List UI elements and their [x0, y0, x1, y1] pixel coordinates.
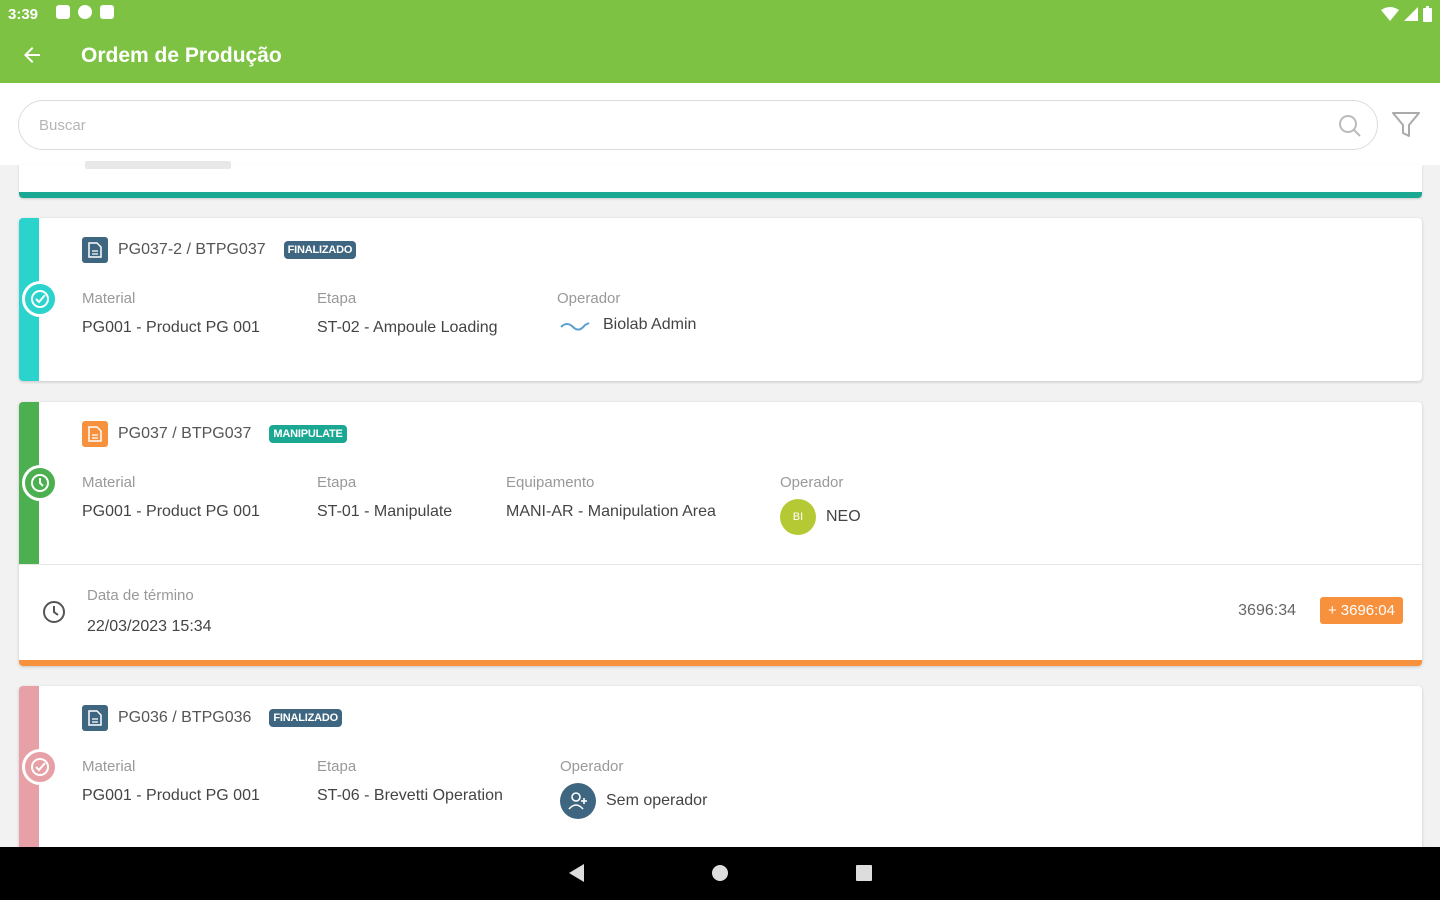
material-label: Material [82, 290, 136, 307]
order-code: PG037 / BTPG037 [118, 425, 252, 442]
search-icon[interactable] [1337, 113, 1363, 139]
notification-icon [56, 5, 70, 19]
operador-value: BI NEO [780, 499, 861, 535]
material-value: PG001 - Product PG 001 [82, 503, 260, 520]
production-order-card[interactable]: PG037-2 / BTPG037 FINALIZADO Material PG… [19, 218, 1422, 381]
status-badge: MANIPULATE [269, 425, 347, 443]
status-badge: FINALIZADO [283, 241, 357, 259]
operador-name: NEO [826, 508, 861, 525]
operador-label: Operador [780, 474, 844, 491]
etapa-label: Etapa [317, 758, 357, 775]
etapa-label: Etapa [317, 290, 357, 307]
wifi-icon [1381, 7, 1399, 21]
production-order-card[interactable]: PG037 / BTPG037 MANIPULATE Material PG00… [19, 402, 1422, 666]
system-icons [1381, 6, 1432, 22]
order-code: PG036 / BTPG036 [118, 709, 252, 726]
etapa-value: ST-06 - Brevetti Operation [317, 787, 503, 804]
nav-back-icon[interactable] [566, 862, 586, 884]
operador-label: Operador [560, 758, 624, 775]
operador-name: Sem operador [606, 792, 708, 809]
clock-icon [43, 601, 65, 623]
production-order-card[interactable]: PG036 / BTPG036 FINALIZADO Material PG00… [19, 686, 1422, 861]
check-circle-icon [22, 749, 58, 785]
etapa-field: Etapa ST-02 - Ampoule Loading [317, 290, 498, 337]
previous-card-text [85, 161, 231, 169]
check-circle-icon [22, 281, 58, 317]
operador-field: Operador Sem operador [560, 758, 707, 819]
sd-card-icon [100, 5, 114, 19]
avatar: BI [780, 499, 816, 535]
etapa-value: ST-02 - Ampoule Loading [317, 319, 498, 336]
search-placeholder: Buscar [39, 117, 86, 134]
card-header: PG037-2 / BTPG037 FINALIZADO [82, 237, 357, 263]
card-header: PG036 / BTPG036 FINALIZADO [82, 705, 343, 731]
equipamento-value: MANI-AR - Manipulation Area [506, 503, 716, 520]
order-code: PG037-2 / BTPG037 [118, 241, 266, 258]
card-footer: Data de término 22/03/2023 15:34 3696:34… [19, 564, 1422, 666]
document-icon [82, 421, 108, 447]
etapa-field: Etapa ST-01 - Manipulate [317, 474, 452, 521]
equipamento-label: Equipamento [506, 474, 595, 491]
nav-recents-icon[interactable] [854, 862, 874, 884]
material-value: PG001 - Product PG 001 [82, 319, 260, 336]
duration-value: 3696:34 [1238, 602, 1296, 619]
etapa-value: ST-01 - Manipulate [317, 503, 453, 520]
operador-name: Biolab Admin [603, 316, 697, 333]
back-arrow-icon[interactable] [20, 43, 44, 67]
status-bar: 3:39 [0, 0, 1440, 30]
end-date-label: Data de término [87, 587, 194, 604]
notification-icon [78, 5, 92, 19]
notification-icons [56, 5, 114, 19]
search-input[interactable]: Buscar [18, 100, 1378, 150]
equipamento-field: Equipamento MANI-AR - Manipulation Area [506, 474, 716, 521]
signal-icon [1404, 7, 1418, 21]
status-badge: FINALIZADO [269, 709, 343, 727]
app-bar: Ordem de Produção [0, 30, 1440, 83]
material-value: PG001 - Product PG 001 [82, 787, 260, 804]
operador-value: Sem operador [560, 783, 707, 819]
operador-value: Biolab Admin [557, 315, 696, 335]
card-header: PG037 / BTPG037 MANIPULATE [82, 421, 347, 447]
operator-logo-icon [560, 322, 590, 331]
battery-icon [1423, 6, 1432, 22]
material-label: Material [82, 758, 136, 775]
footer-strip [19, 660, 1422, 666]
document-icon [82, 705, 108, 731]
operador-field: Operador BI NEO [780, 474, 861, 535]
nav-home-icon[interactable] [710, 862, 730, 884]
status-time: 3:39 [8, 6, 39, 23]
document-icon [82, 237, 108, 263]
material-label: Material [82, 474, 136, 491]
end-date-value: 22/03/2023 15:34 [87, 618, 212, 635]
operador-label: Operador [557, 290, 621, 307]
material-field: Material PG001 - Product PG 001 [82, 290, 260, 337]
operador-field: Operador Biolab Admin [557, 290, 696, 335]
material-field: Material PG001 - Product PG 001 [82, 758, 260, 805]
late-badge: + 3696:04 [1319, 597, 1403, 624]
page-title: Ordem de Produção [81, 44, 282, 67]
previous-card[interactable] [19, 161, 1422, 198]
clock-circle-icon [22, 465, 58, 501]
etapa-field: Etapa ST-06 - Brevetti Operation [317, 758, 503, 805]
filter-icon[interactable] [1390, 109, 1422, 141]
search-area: Buscar [0, 83, 1440, 165]
material-field: Material PG001 - Product PG 001 [82, 474, 260, 521]
person-icon [560, 783, 596, 819]
etapa-label: Etapa [317, 474, 357, 491]
system-nav-bar [0, 847, 1440, 900]
